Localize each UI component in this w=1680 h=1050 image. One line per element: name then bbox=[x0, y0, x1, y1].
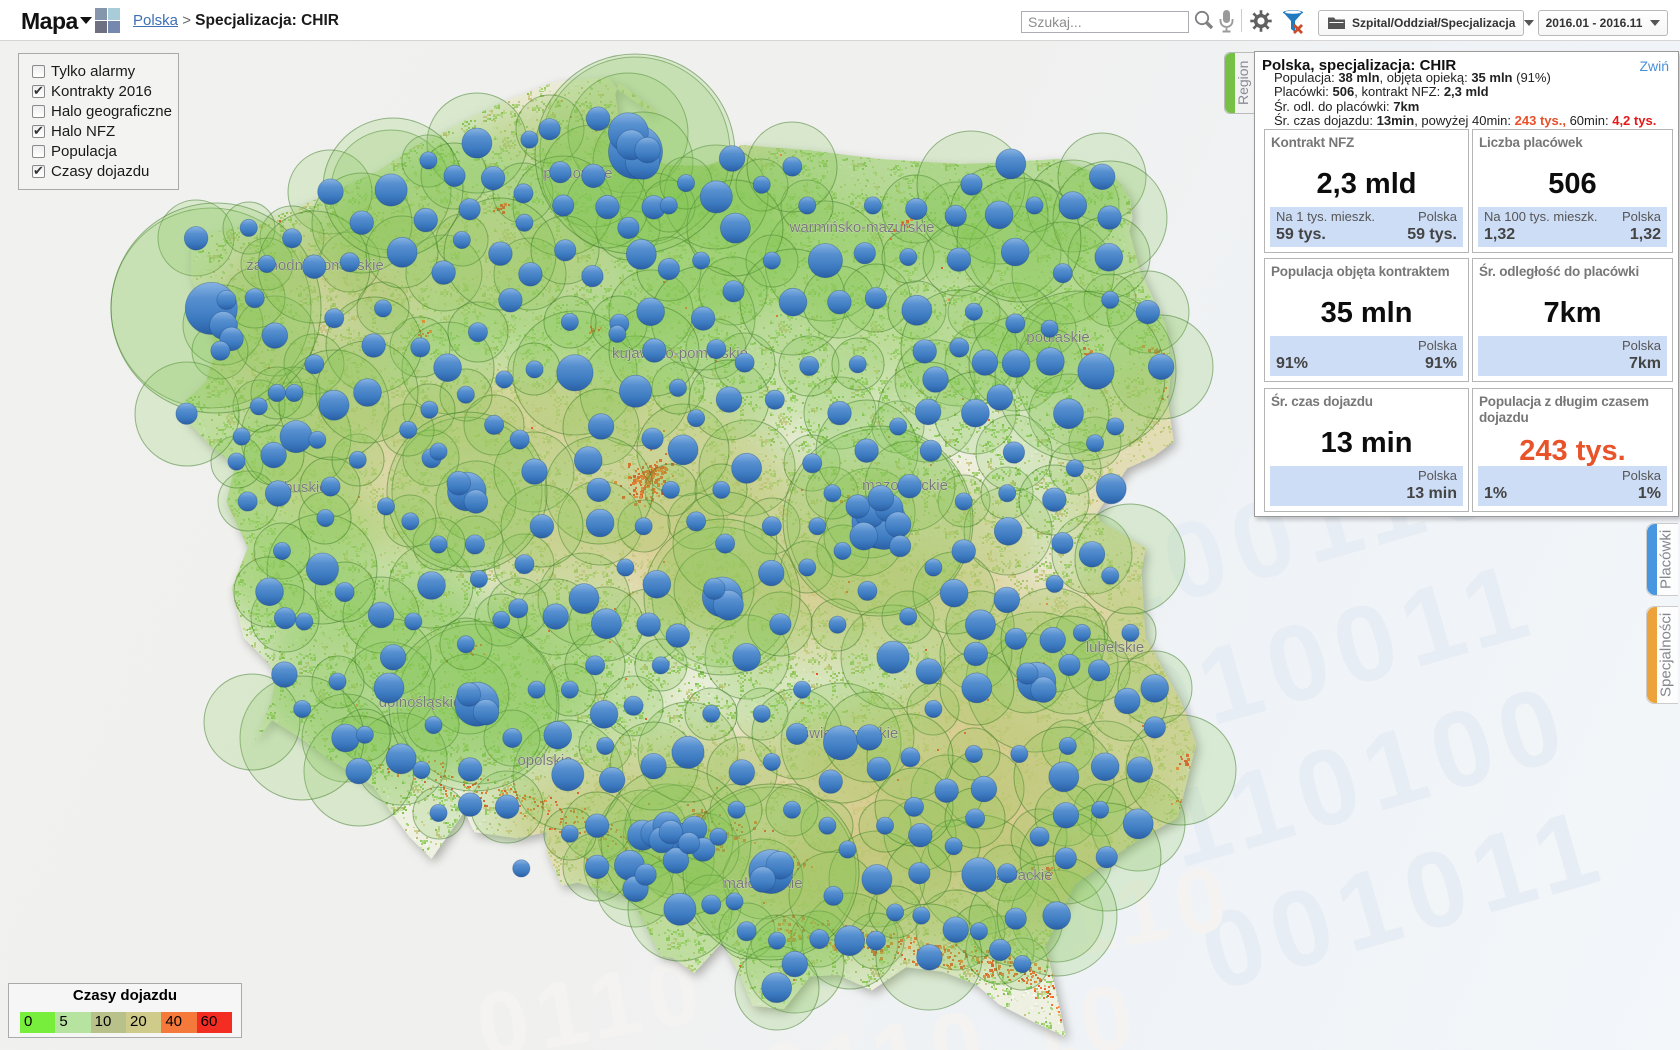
svg-text:kujawsko-pomorskie: kujawsko-pomorskie bbox=[612, 345, 748, 362]
svg-text:lubelskie: lubelskie bbox=[1086, 639, 1144, 656]
svg-text:warmińsko-mazurskie: warmińsko-mazurskie bbox=[788, 219, 934, 236]
